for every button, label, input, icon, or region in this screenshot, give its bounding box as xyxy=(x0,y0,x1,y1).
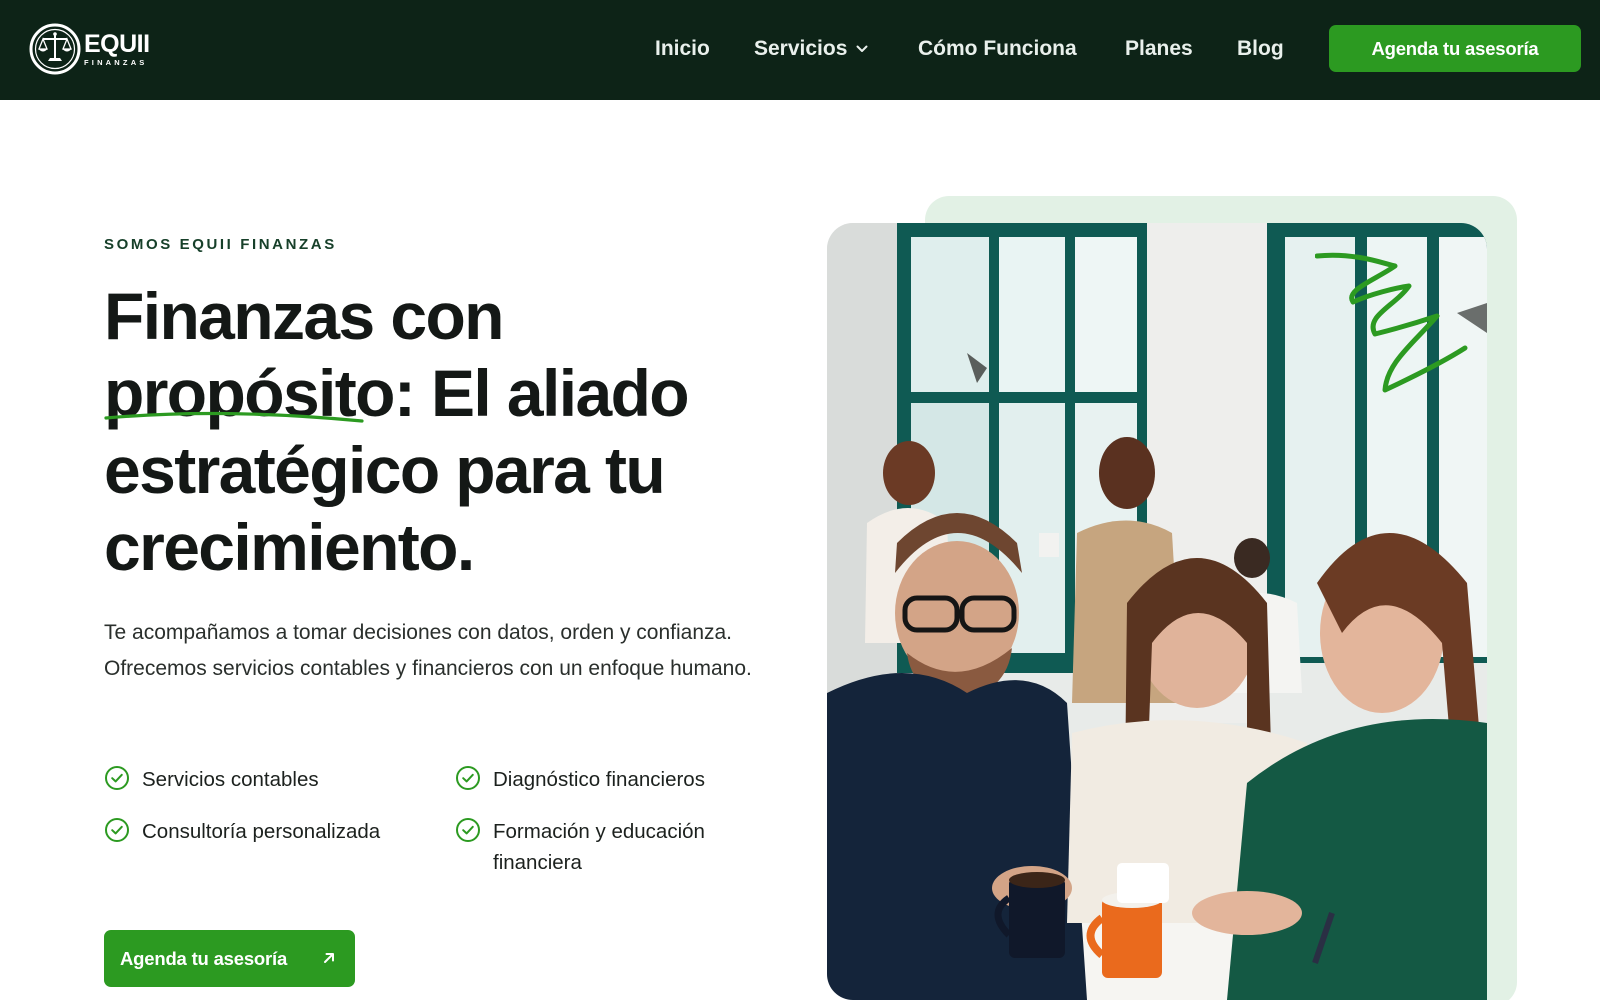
hero-description: Te acompañamos a tomar decisiones con da… xyxy=(104,621,752,680)
hero-cta-button[interactable]: Agenda tu asesoría xyxy=(104,930,355,987)
feature-item: Consultoría personalizada xyxy=(104,816,380,847)
feature-list: Servicios contables Diagnóstico financie… xyxy=(104,764,764,884)
check-circle-icon xyxy=(105,818,129,842)
chevron-down-icon xyxy=(856,45,868,52)
feature-label: Consultoría personalizada xyxy=(142,820,381,843)
hand-drawn-underline-icon xyxy=(104,411,364,423)
highlighted-word: propósito xyxy=(104,355,395,432)
decorative-squiggle-icon xyxy=(1315,252,1468,393)
feature-item: Formación y educación financiera xyxy=(455,816,755,878)
nav-link-planes[interactable]: Planes xyxy=(1125,34,1193,64)
hero-title-line-2-rest: : El aliado xyxy=(393,356,690,430)
nav-cta-button[interactable]: Agenda tu asesoría xyxy=(1329,25,1581,72)
nav-link-servicios-label: Servicios xyxy=(754,37,848,60)
check-circle-icon xyxy=(105,766,129,790)
hero-title-line-4: crecimiento. xyxy=(104,510,475,584)
feature-item: Diagnóstico financieros xyxy=(455,764,705,795)
arrow-up-right-icon xyxy=(324,953,334,963)
hero-title-line-1: Finanzas con xyxy=(104,279,504,353)
feature-label: Formación y educación financiera xyxy=(493,820,705,874)
hero-title-line-2: propósito: El aliado xyxy=(104,355,784,432)
feature-label: Diagnóstico financieros xyxy=(493,768,705,791)
nav-link-blog[interactable]: Blog xyxy=(1237,34,1284,64)
check-circle-icon xyxy=(456,818,480,842)
feature-item: Servicios contables xyxy=(104,764,319,795)
nav-link-servicios[interactable]: Servicios xyxy=(754,34,868,64)
feature-label: Servicios contables xyxy=(142,768,319,791)
check-circle-icon xyxy=(456,766,480,790)
hero-title-line-3: estratégico para tu xyxy=(104,433,666,507)
hero-cta-label: Agenda tu asesoría xyxy=(120,947,288,969)
nav-link-inicio[interactable]: Inicio xyxy=(655,34,710,64)
top-navbar: EQUII FINANZAS Inicio Servicios Cómo Fun… xyxy=(0,0,1600,100)
hero-title: Finanzas con propósito: El aliado estrat… xyxy=(104,278,784,586)
nav-link-como-funciona[interactable]: Cómo Funciona xyxy=(918,34,1077,64)
hero-eyebrow: SOMOS EQUII FINANZAS xyxy=(104,236,337,253)
